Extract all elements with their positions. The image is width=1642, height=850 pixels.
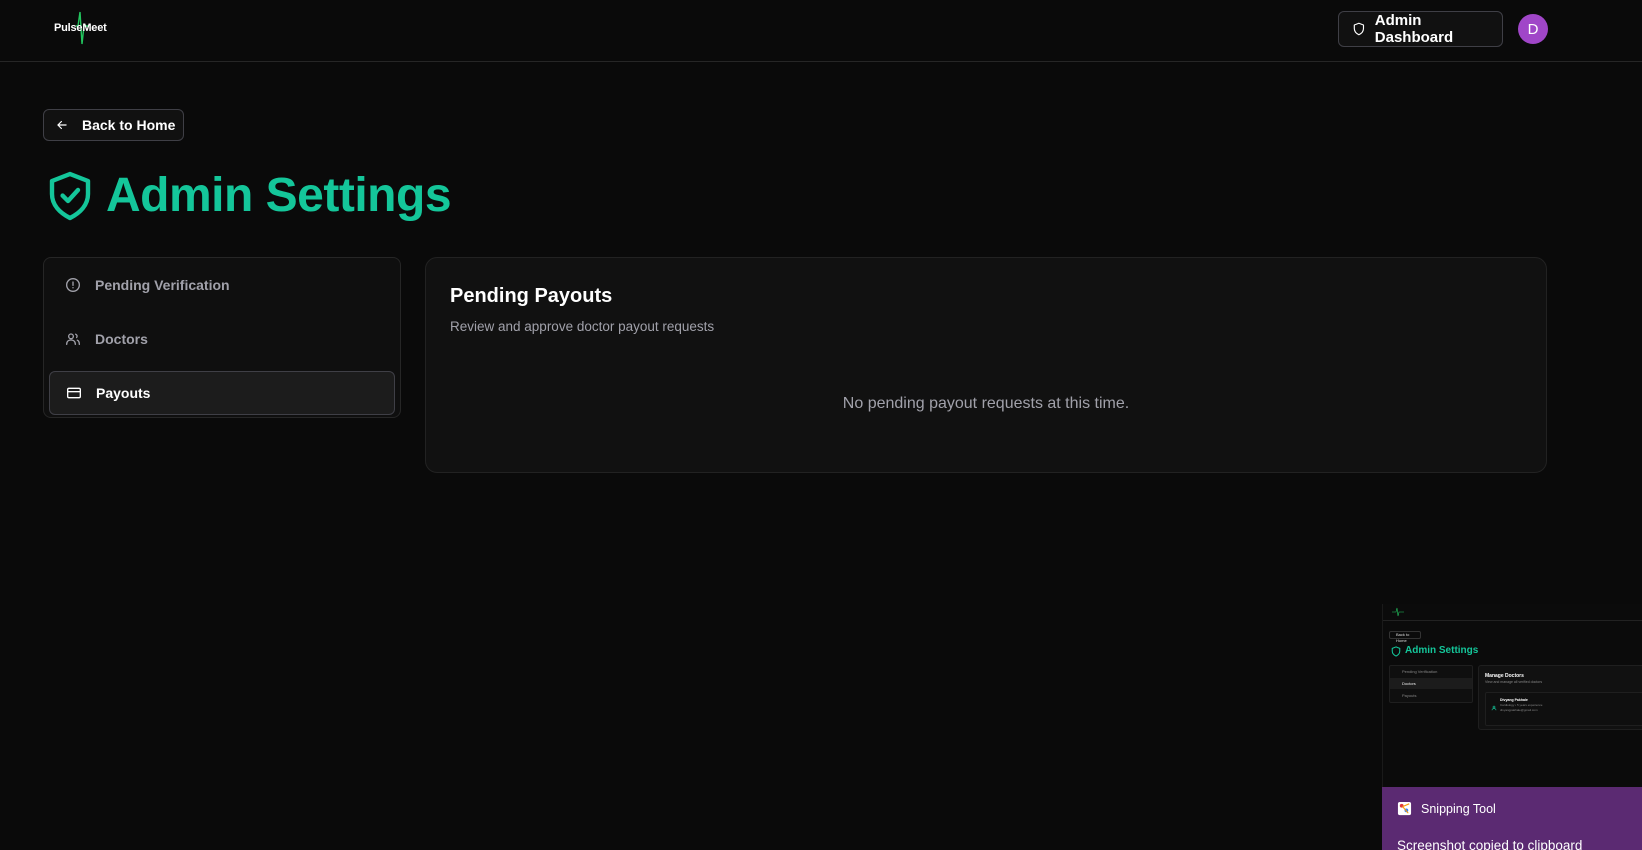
thumbnail-panel: Manage Doctors View and manage all verif…: [1478, 665, 1642, 730]
thumbnail-user-icon: [1491, 705, 1497, 711]
sidebar-item-label: Payouts: [96, 385, 151, 401]
thumbnail-card-line: divyangpakhale@gmail.com: [1500, 708, 1538, 712]
empty-state-message: No pending payout requests at this time.: [842, 395, 1130, 412]
thumbnail-sidebar-item: Payouts: [1402, 693, 1417, 698]
panel-title: Pending Payouts: [450, 285, 613, 307]
snipping-tool-icon: [1397, 801, 1412, 816]
admin-dashboard-button[interactable]: Admin Dashboard: [1338, 11, 1503, 47]
snipping-tool-thumbnail[interactable]: Back to Home Admin Settings Pending Veri…: [1382, 604, 1642, 787]
thumbnail-sidebar-item: Doctors: [1390, 678, 1472, 689]
thumbnail-doctor-card: Divyang Pakhale Cardiology • 5 years exp…: [1485, 692, 1642, 726]
pending-payouts-panel: Pending Payouts Review and approve docto…: [425, 257, 1547, 473]
thumbnail-shield-icon: [1391, 646, 1401, 657]
users-icon: [66, 333, 80, 345]
thumbnail-panel-title: Manage Doctors: [1485, 673, 1524, 679]
sidebar-item-pending-verification[interactable]: Pending Verification: [49, 263, 395, 307]
page-header: Admin Settings: [46, 168, 452, 223]
sidebar-item-payouts[interactable]: Payouts: [49, 371, 395, 415]
page-title: Admin Settings: [106, 169, 452, 222]
thumbnail-title: Admin Settings: [1405, 645, 1479, 656]
thumbnail-card-line: Cardiology • 5 years experience: [1500, 703, 1543, 707]
snipping-tool-notification[interactable]: Snipping Tool Screenshot copied to clipb…: [1382, 787, 1642, 850]
sidebar-item-doctors[interactable]: Doctors: [49, 317, 395, 361]
shield-check-icon: [49, 171, 91, 220]
thumbnail-divider: [1383, 620, 1642, 621]
shield-icon: [1353, 22, 1365, 36]
back-to-home-label: Back to Home: [82, 117, 176, 133]
notification-message: Screenshot copied to clipboard: [1397, 838, 1583, 850]
sidebar-item-label: Doctors: [95, 331, 148, 347]
panel-subtitle: Review and approve doctor payout request…: [450, 319, 715, 334]
alert-circle-icon: [66, 278, 80, 292]
top-navbar: PulseMeet Admin Dashboard D: [0, 0, 1642, 62]
thumbnail-sidebar-item: Pending Verification: [1402, 669, 1438, 674]
pulsemeet-logo[interactable]: PulseMeet: [54, 8, 110, 50]
thumbnail-panel-subtitle: View and manage all verified doctors: [1485, 680, 1543, 684]
sidebar-item-label: Pending Verification: [95, 277, 230, 293]
user-avatar[interactable]: D: [1518, 14, 1548, 44]
thumbnail-card-name: Divyang Pakhale: [1500, 698, 1528, 702]
notification-app-name: Snipping Tool: [1421, 801, 1496, 816]
credit-card-icon: [67, 387, 81, 399]
settings-sidebar: Pending Verification Doctors Payouts: [43, 257, 401, 418]
thumbnail-logo-icon: [1392, 607, 1404, 617]
notification-header: Snipping Tool: [1397, 801, 1496, 816]
logo-text: PulseMeet: [54, 22, 107, 34]
thumbnail-sidebar: Pending Verification Doctors Payouts: [1389, 665, 1473, 703]
arrow-left-icon: [57, 120, 67, 130]
admin-dashboard-label: Admin Dashboard: [1374, 12, 1454, 46]
thumbnail-back-button: Back to Home: [1389, 631, 1421, 643]
back-to-home-button[interactable]: Back to Home: [43, 109, 184, 141]
